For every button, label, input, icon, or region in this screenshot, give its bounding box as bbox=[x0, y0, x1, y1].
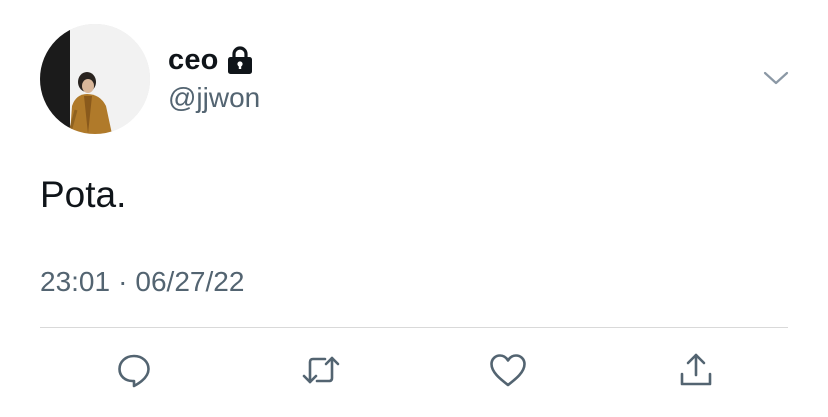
avatar-image bbox=[40, 24, 150, 134]
like-button[interactable] bbox=[486, 348, 530, 392]
retweet-button[interactable] bbox=[299, 348, 343, 392]
divider bbox=[40, 327, 788, 328]
tweet-time: 23:01 bbox=[40, 266, 111, 297]
share-button[interactable] bbox=[674, 348, 718, 392]
tweet-timestamp[interactable]: 23:01 · 06/27/22 bbox=[40, 266, 244, 298]
reply-icon bbox=[118, 354, 150, 388]
reply-button[interactable] bbox=[112, 348, 156, 392]
avatar[interactable] bbox=[40, 24, 150, 134]
lock-icon bbox=[227, 45, 253, 75]
retweet-icon bbox=[302, 356, 340, 384]
user-handle[interactable]: @jjwon bbox=[168, 82, 260, 114]
display-name[interactable]: ceo bbox=[168, 44, 219, 77]
tweet-date: 06/27/22 bbox=[135, 266, 245, 297]
display-name-row: ceo bbox=[168, 40, 253, 80]
tweet-text: Pota. bbox=[40, 174, 127, 215]
timestamp-separator: · bbox=[118, 266, 128, 297]
share-icon bbox=[680, 353, 712, 386]
like-icon bbox=[490, 354, 526, 387]
tweet-card: ceo @jjwon Pota. 23:01 · 06/27/22 bbox=[0, 0, 828, 417]
chevron-down-icon[interactable] bbox=[762, 66, 790, 90]
tweet-actions bbox=[0, 348, 828, 398]
